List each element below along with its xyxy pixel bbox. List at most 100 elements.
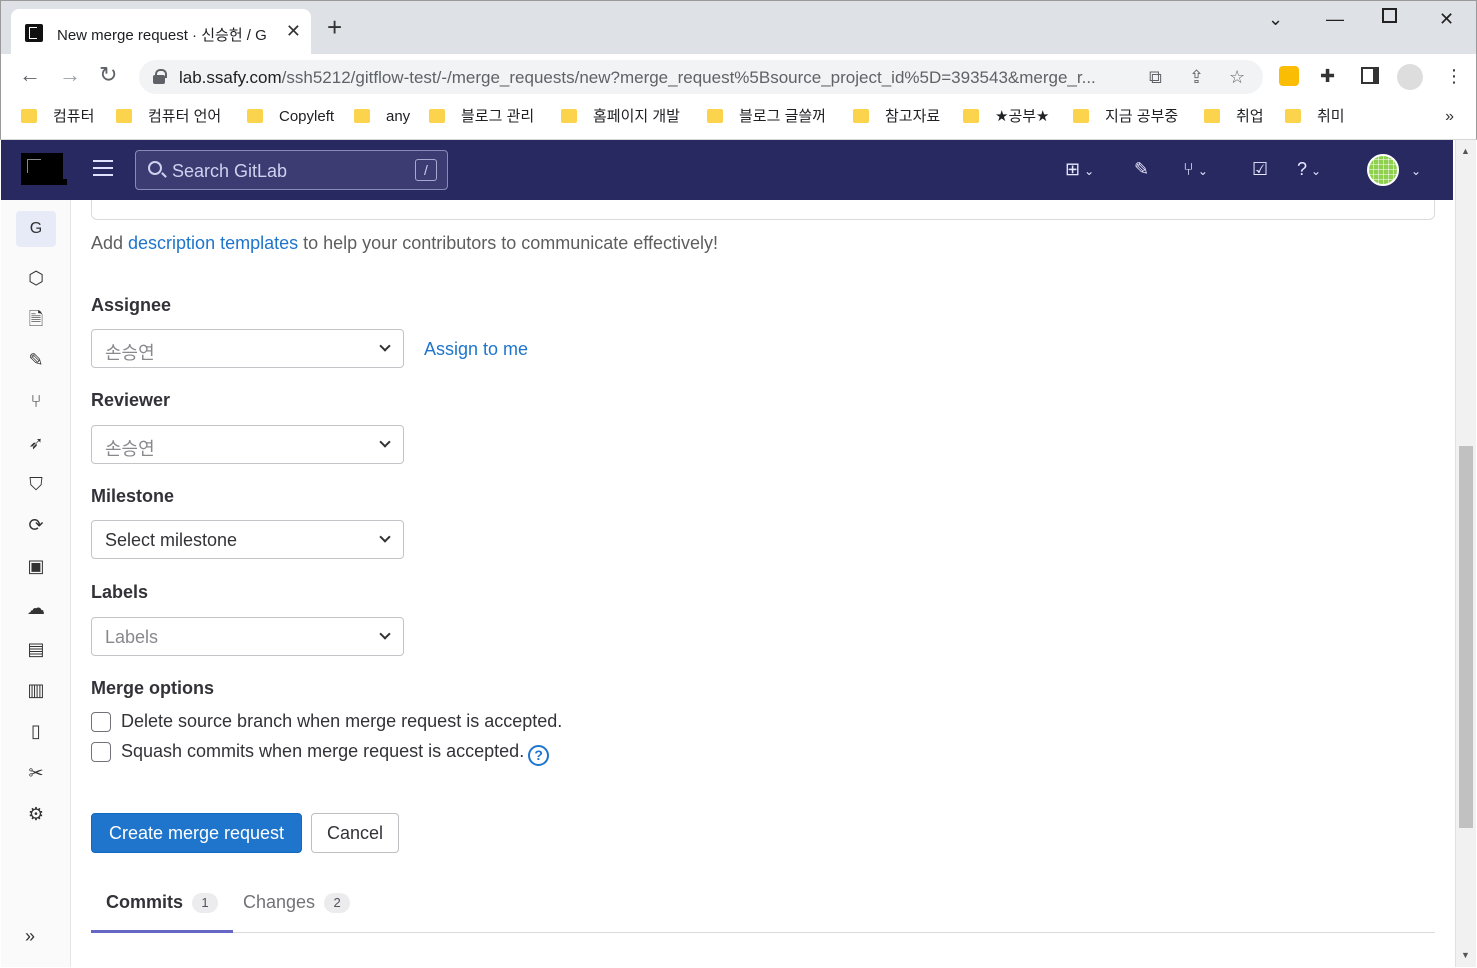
- bookmark-folder[interactable]: 취업: [1204, 108, 1264, 128]
- bookmark-folder[interactable]: 블로그 관리: [429, 108, 534, 128]
- cancel-button[interactable]: Cancel: [311, 813, 399, 853]
- bookmark-folder[interactable]: Copyleft: [247, 108, 334, 128]
- help-icon[interactable]: ? ⌄: [1297, 159, 1321, 180]
- deployments-icon[interactable]: ⟳: [25, 514, 47, 536]
- bookmark-folder[interactable]: 참고자료: [853, 108, 940, 128]
- browser-menu-icon[interactable]: ⋮: [1445, 66, 1463, 87]
- hamburger-menu-icon[interactable]: [93, 160, 113, 176]
- tab-commits[interactable]: Commits 1: [91, 892, 234, 933]
- milestone-dropdown[interactable]: Select milestone: [91, 520, 404, 559]
- bookmark-folder[interactable]: 블로그 글쓸꺼: [707, 108, 826, 128]
- collapse-sidebar-icon[interactable]: »: [25, 926, 35, 947]
- labels-dropdown[interactable]: Labels: [91, 617, 404, 656]
- page-scrollbar[interactable]: ▲ ▼: [1455, 140, 1476, 967]
- assign-to-me-link[interactable]: Assign to me: [424, 339, 528, 360]
- milestone-label: Milestone: [91, 486, 175, 506]
- security-shield-icon[interactable]: ⛉: [25, 473, 47, 495]
- squash-commits-checkbox[interactable]: [91, 742, 111, 762]
- profile-avatar-icon[interactable]: [1397, 64, 1423, 90]
- chevron-down-icon[interactable]: ⌄: [1407, 159, 1421, 180]
- bookmark-star-icon[interactable]: ☆: [1229, 67, 1245, 88]
- analytics-icon[interactable]: ▥: [25, 679, 47, 701]
- close-tab-icon[interactable]: ✕: [286, 21, 301, 42]
- maximize-icon[interactable]: [1382, 8, 1397, 23]
- bookmark-folder[interactable]: 취미: [1285, 108, 1345, 128]
- labels-value: Labels: [105, 627, 159, 647]
- todo-icon[interactable]: ☑: [1252, 159, 1268, 180]
- bookmarks-overflow-icon[interactable]: »: [1445, 108, 1454, 126]
- folder-icon: [247, 109, 263, 123]
- gitlab-top-bar: Search GitLab / ⊞ ⌄ ✎ ⑂ ⌄ ☑ ? ⌄ ⌄: [1, 140, 1453, 200]
- folder-icon: [1285, 109, 1301, 123]
- translate-icon[interactable]: ⧉: [1149, 67, 1162, 88]
- labels-label: Labels: [91, 582, 149, 602]
- infrastructure-icon[interactable]: ☁: [25, 597, 47, 619]
- issues-icon[interactable]: ✎: [1134, 159, 1149, 180]
- extension-yellow-icon[interactable]: [1279, 66, 1299, 86]
- tab-changes[interactable]: Changes 2: [228, 892, 365, 933]
- new-dropdown-icon[interactable]: ⊞ ⌄: [1065, 159, 1094, 180]
- packages-icon[interactable]: ▣: [25, 555, 47, 577]
- browser-toolbar: ← → ↻ lab.ssafy.com/ssh5212/gitflow-test…: [0, 54, 1477, 100]
- snippets-scissors-icon[interactable]: ✂: [25, 762, 47, 784]
- lock-icon: [153, 69, 167, 84]
- side-panel-icon[interactable]: [1361, 67, 1379, 84]
- extensions-puzzle-icon[interactable]: ✚: [1320, 66, 1335, 87]
- bookmark-folder[interactable]: 홈페이지 개발: [561, 108, 680, 128]
- ci-cd-rocket-icon[interactable]: ➶: [25, 432, 47, 454]
- delete-source-branch-checkbox[interactable]: [91, 712, 111, 732]
- browser-tab-strip: New merge request · 신승헌 / G ✕ + ⌄ — ✕: [0, 0, 1477, 55]
- bookmark-folder[interactable]: ★공부★: [963, 108, 1050, 128]
- chevron-down-icon: [379, 340, 391, 352]
- tab-title: New merge request · 신승헌 / G: [57, 27, 267, 44]
- chevron-down-icon: [379, 436, 391, 448]
- repository-icon[interactable]: 🗎: [25, 308, 47, 330]
- bookmark-folder[interactable]: 컴퓨터: [21, 108, 94, 128]
- create-merge-request-button[interactable]: Create merge request: [91, 813, 302, 853]
- minimize-icon[interactable]: —: [1326, 9, 1344, 30]
- forward-icon[interactable]: →: [59, 62, 81, 88]
- folder-icon: [429, 109, 445, 123]
- user-avatar[interactable]: [1367, 154, 1399, 186]
- browser-tab[interactable]: New merge request · 신승헌 / G ✕: [11, 9, 311, 55]
- monitor-icon[interactable]: ▤: [25, 638, 47, 660]
- wiki-book-icon[interactable]: ▯: [25, 720, 47, 742]
- description-help-text: Add description templates to help your c…: [91, 233, 718, 253]
- project-avatar[interactable]: G: [16, 211, 56, 247]
- help-question-icon[interactable]: ?: [528, 745, 550, 766]
- chevron-down-icon: [379, 531, 391, 543]
- reload-icon[interactable]: ↻: [99, 62, 117, 88]
- bookmark-folder[interactable]: any: [354, 108, 410, 128]
- merge-requests-icon[interactable]: ⑂ ⌄: [1183, 159, 1208, 180]
- tab-search-chevron-icon[interactable]: ⌄: [1268, 9, 1283, 30]
- scroll-down-icon[interactable]: ▼: [1461, 950, 1470, 960]
- assignee-dropdown[interactable]: 손승연: [91, 329, 404, 368]
- reviewer-dropdown[interactable]: 손승연: [91, 425, 404, 464]
- address-bar[interactable]: lab.ssafy.com/ssh5212/gitflow-test/-/mer…: [139, 60, 1263, 94]
- back-icon[interactable]: ←: [19, 62, 41, 88]
- bookmarks-bar: 컴퓨터 컴퓨터 언어 Copyleft any 블로그 관리 홈페이지 개발 블…: [0, 100, 1477, 140]
- issues-icon[interactable]: ✎: [25, 349, 47, 371]
- assignee-value: 손승연: [105, 343, 155, 363]
- settings-gear-icon[interactable]: ⚙: [25, 803, 47, 825]
- scrollbar-thumb[interactable]: [1459, 446, 1473, 828]
- folder-icon: [853, 109, 869, 123]
- bookmark-folder[interactable]: 지금 공부중: [1073, 108, 1178, 128]
- share-icon[interactable]: ⇪: [1189, 67, 1204, 88]
- bookmark-folder[interactable]: 컴퓨터 언어: [116, 108, 221, 128]
- new-tab-icon[interactable]: +: [327, 14, 342, 40]
- merge-options-label: Merge options: [91, 678, 215, 698]
- close-window-icon[interactable]: ✕: [1439, 9, 1454, 30]
- scroll-up-icon[interactable]: ▲: [1461, 146, 1470, 156]
- search-placeholder: Search GitLab: [172, 161, 288, 181]
- project-overview-icon[interactable]: ⬡: [25, 267, 47, 289]
- description-templates-link[interactable]: description templates: [128, 233, 298, 253]
- url-text: lab.ssafy.com/ssh5212/gitflow-test/-/mer…: [179, 68, 1096, 87]
- ssafy-logo[interactable]: [21, 153, 67, 185]
- merge-requests-icon[interactable]: ⑂: [25, 390, 47, 412]
- assignee-label: Assignee: [91, 295, 172, 315]
- description-editor[interactable]: [91, 200, 1435, 220]
- search-input[interactable]: Search GitLab /: [135, 150, 448, 190]
- gitlab-favicon-icon: [25, 24, 43, 42]
- commits-count-badge: 1: [192, 893, 219, 913]
